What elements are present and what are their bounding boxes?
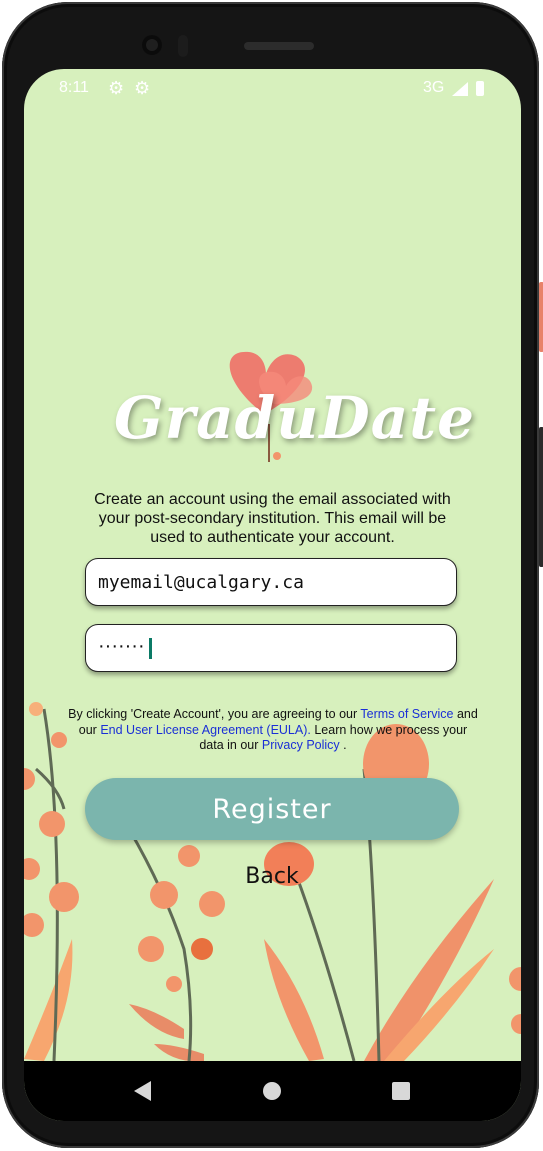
leaf-mid-2 (154, 1044, 204, 1062)
proximity-sensor (178, 35, 188, 57)
bell-flower-6 (49, 882, 79, 912)
status-bar: 8:11 ⚙ ⚙ 3G (24, 69, 521, 109)
bell-flower-9 (178, 845, 200, 867)
bell-flower-13 (166, 976, 182, 992)
settings-icon: ⚙ (134, 78, 151, 98)
email-field[interactable]: myemail@ucalgary.ca (85, 558, 457, 606)
logo-wordmark: GraduDate (114, 384, 475, 452)
leaf-mid (129, 1004, 184, 1039)
eula-link[interactable]: End User License Agreement (EULA). (100, 723, 311, 737)
front-camera (142, 35, 162, 55)
recents-square-icon[interactable] (392, 1082, 410, 1100)
earpiece-speaker (244, 42, 314, 50)
network-type: 3G (423, 79, 445, 96)
back-button[interactable]: Back (224, 864, 320, 889)
phone-frame: 8:11 ⚙ ⚙ 3G GraduDate Create an account … (2, 2, 543, 1148)
bell-flower-5 (24, 858, 40, 880)
bud-far-right-2 (511, 1014, 521, 1034)
stem-left-2 (35, 767, 66, 810)
app-screen: 8:11 ⚙ ⚙ 3G GraduDate Create an account … (24, 69, 521, 1121)
terms-of-service-link[interactable]: Terms of Service (360, 707, 453, 721)
email-value: myemail@ucalgary.ca (98, 572, 304, 593)
register-button[interactable]: Register (85, 778, 459, 840)
privacy-policy-link[interactable]: Privacy Policy (262, 738, 340, 752)
text-caret (149, 638, 152, 659)
bell-flower-7 (24, 913, 44, 937)
password-mask: ······· (98, 635, 145, 657)
home-circle-icon[interactable] (263, 1082, 281, 1100)
leaf-right-1 (264, 939, 324, 1061)
bell-flower-8 (150, 881, 178, 909)
intro-text: Create an account using the email associ… (94, 491, 451, 546)
volume-rocker (539, 427, 543, 567)
password-field[interactable]: ······· (85, 624, 457, 672)
bell-flower-3 (39, 811, 65, 837)
terms-text-1: By clicking 'Create Account', you are ag… (68, 707, 358, 721)
bell-flower-1 (29, 702, 43, 716)
signal-icon (452, 82, 468, 96)
battery-icon (476, 81, 484, 96)
bell-flower-2 (51, 732, 67, 748)
leaf-left-large (24, 939, 73, 1061)
status-time: 8:11 (59, 79, 89, 96)
system-nav-bar (24, 1061, 521, 1121)
bell-flower-10 (199, 891, 225, 917)
app-logo: GraduDate (114, 344, 475, 474)
terms-notice: By clicking 'Create Account', you are ag… (68, 707, 478, 754)
bell-flower-11 (138, 936, 164, 962)
bell-flower-12 (191, 938, 213, 960)
bud-far-right (509, 967, 521, 991)
terms-text-4: . (343, 738, 347, 752)
power-button (539, 282, 543, 352)
back-triangle-icon[interactable] (134, 1081, 151, 1101)
bell-flower-4 (24, 768, 35, 790)
gear-icon: ⚙ (108, 78, 125, 98)
